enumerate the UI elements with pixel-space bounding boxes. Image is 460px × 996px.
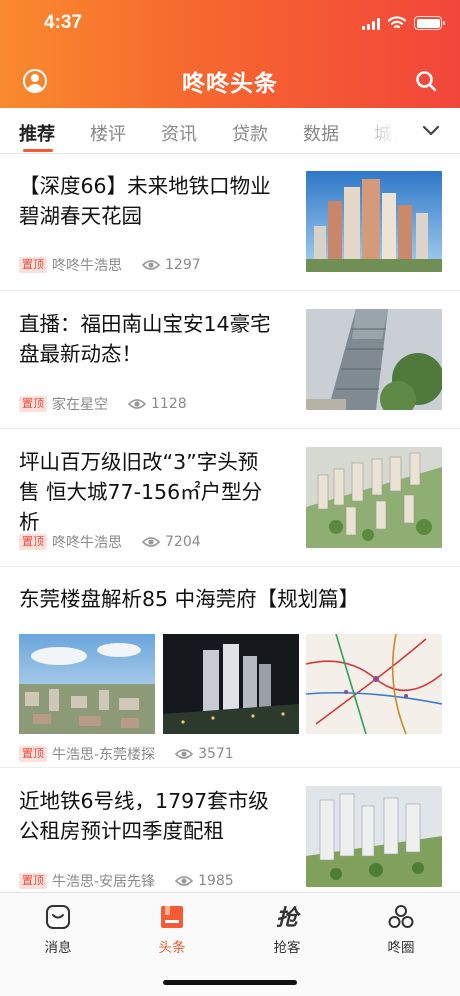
pinned-badge: 置顶 [19,873,47,889]
tab-news[interactable]: 资讯 [161,120,197,146]
chevron-down-icon [422,125,440,135]
status-time: 4:37 [44,12,83,33]
tabs-more-button[interactable] [402,108,460,153]
cellular-signal-icon [362,17,380,30]
article-title: 【深度66】未来地铁口物业 碧湖春天花园 [19,174,271,228]
article-thumbnail [306,171,442,272]
view-count: 7204 [142,534,201,550]
article-author: 咚咚牛浩思 [52,258,122,274]
category-tabs: 推荐 楼评 资讯 贷款 数据 城市 [0,108,460,154]
app-header: 4:37 咚咚头条 [0,0,460,108]
article-title: 直播：福田南山宝安14豪宅 盘最新动态！ [19,312,271,366]
article-meta: 置顶 咚咚牛浩思 1297 [19,256,201,274]
eye-icon [142,537,160,547]
pinned-badge: 置顶 [19,746,47,762]
article-item[interactable]: 东莞楼盘解析85 中海莞府【规划篇】 置顶 牛浩思-东莞楼探 3571 [0,567,460,768]
article-meta: 置顶 牛浩思-安居先锋 1985 [19,872,234,890]
tab-data[interactable]: 数据 [303,120,339,146]
home-indicator [163,980,297,985]
article-author: 家在星空 [52,397,108,413]
article-author: 牛浩思-东莞楼探 [52,747,156,763]
message-icon [46,905,70,929]
wifi-icon [388,16,406,29]
article-title: 东莞楼盘解析85 中海莞府【规划篇】 [19,587,360,611]
article-author: 牛浩思-安居先锋 [52,874,156,890]
article-image-3 [306,634,442,734]
article-meta: 置顶 牛浩思-东莞楼探 3571 [19,745,234,763]
view-count: 1985 [175,873,234,889]
view-count: 1297 [142,257,201,273]
eye-icon [142,260,160,270]
status-icons [362,14,445,32]
search-icon[interactable] [415,70,437,92]
article-item[interactable]: 近地铁6号线，1797套市级 公租房预计四季度配租 置顶 牛浩思-安居先锋 19… [0,768,460,906]
pinned-badge: 置顶 [19,257,47,273]
article-meta: 置顶 咚咚牛浩思 7204 [19,533,201,551]
tab-circle[interactable]: 咚圈 [361,903,441,956]
pinned-badge: 置顶 [19,396,47,412]
eye-icon [128,399,146,409]
tab-grab[interactable]: 抢 抢客 [247,903,327,956]
tab-recommend[interactable]: 推荐 [19,120,55,146]
article-item[interactable]: 【深度66】未来地铁口物业 碧湖春天花园 置顶 咚咚牛浩思 1297 [0,154,460,291]
battery-icon [414,16,445,30]
article-thumbnail [306,309,442,410]
view-count: 3571 [175,746,234,762]
headline-icon [161,906,183,928]
app-title: 咚咚头条 [182,71,278,97]
tab-headlines[interactable]: 头条 [132,903,212,956]
article-image-1 [19,634,155,734]
article-thumbnail [306,447,442,548]
pinned-badge: 置顶 [19,534,47,550]
tabs-fade [352,108,408,153]
active-tab-indicator [23,149,53,152]
article-title: 近地铁6号线，1797套市级 公租房预计四季度配租 [19,789,269,843]
tab-loans[interactable]: 贷款 [232,120,268,146]
article-meta: 置顶 家在星空 1128 [19,395,187,413]
eye-icon [175,749,194,759]
article-author: 咚咚牛浩思 [52,535,122,551]
svg-text:抢: 抢 [276,905,301,931]
grab-icon: 抢 [276,905,301,931]
article-item[interactable]: 直播：福田南山宝安14豪宅 盘最新动态！ 置顶 家在星空 1128 [0,291,460,429]
article-thumbnail [306,786,442,887]
article-item[interactable]: 坪山百万级旧改“3”字头预 售 恒大城77-156㎡户型分 析 置顶 咚咚牛浩思… [0,429,460,567]
article-image-2 [163,634,299,734]
circle-icon [388,905,414,928]
article-feed: 【深度66】未来地铁口物业 碧湖春天花园 置顶 咚咚牛浩思 1297 直播：福田… [0,154,460,906]
eye-icon [175,876,194,886]
tab-messages[interactable]: 消息 [18,903,98,956]
article-title: 坪山百万级旧改“3”字头预 售 恒大城77-156㎡户型分 析 [19,450,263,534]
tab-reviews[interactable]: 楼评 [90,120,126,146]
view-count: 1128 [128,396,187,412]
